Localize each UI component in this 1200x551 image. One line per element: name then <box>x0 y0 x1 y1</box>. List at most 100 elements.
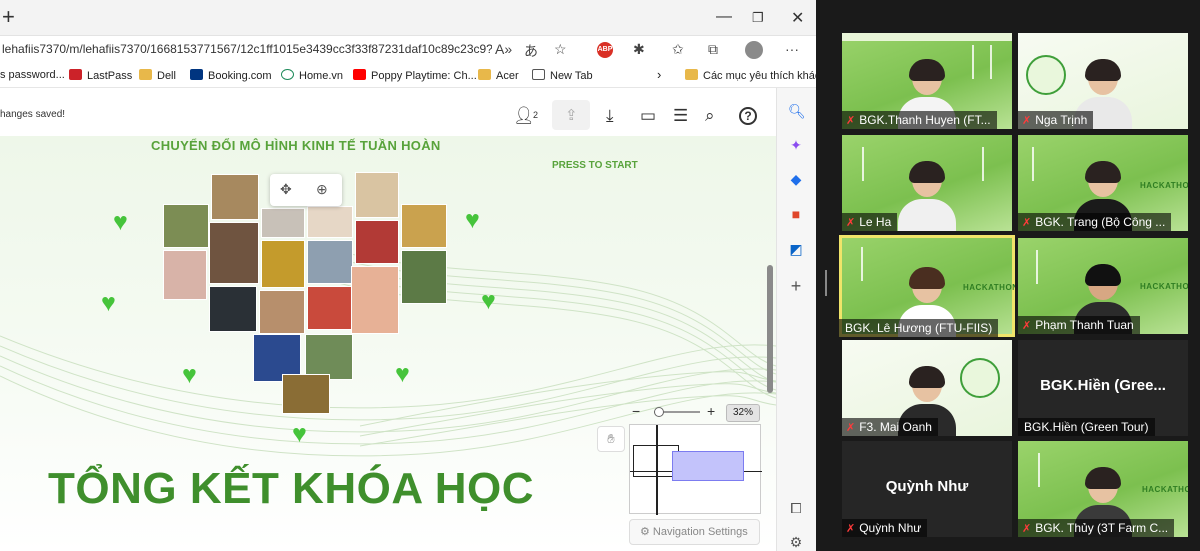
bookmark-item[interactable]: Poppy Playtime: Ch... <box>353 69 477 82</box>
heart-icon: ♥ <box>465 206 480 234</box>
zoom-slider-handle[interactable] <box>654 407 664 417</box>
participant-tile[interactable]: BGK.Hiền (Gree... BGK.Hiền (Green Tour) <box>1018 340 1188 436</box>
more-menu-icon[interactable]: ··· <box>785 41 799 57</box>
wind-turbine <box>1036 250 1038 284</box>
participant-video <box>898 161 956 231</box>
navigation-minimap[interactable] <box>629 424 762 515</box>
hackathon-text: HACKATHON <box>1140 282 1188 291</box>
search-slides-icon[interactable]: ⌕ <box>705 107 715 125</box>
profile-avatar[interactable] <box>745 41 763 59</box>
tab-bar: + — ❐ ✕ <box>0 0 816 36</box>
office-icon[interactable]: ■ <box>788 206 804 222</box>
shopping-tag-icon[interactable]: ◆ <box>788 171 804 187</box>
add-sidebar-icon[interactable]: + <box>788 277 804 295</box>
save-status: hanges saved! <box>0 109 66 120</box>
participant-tile[interactable]: ✗ F3. Mai Oanh <box>842 340 1012 436</box>
new-tab-icon[interactable]: + <box>2 6 15 28</box>
folder-icon <box>139 69 152 80</box>
zoom-level[interactable]: 32% <box>726 404 760 422</box>
mic-muted-icon: ✗ <box>846 217 856 229</box>
move-icon[interactable]: ✥ <box>280 181 292 198</box>
bookmark-item[interactable]: Các mục yêu thích khác <box>685 69 816 82</box>
participant-name: ✗ Phạm Thanh Tuan <box>1018 316 1140 334</box>
outlook-icon[interactable]: ◩ <box>788 241 804 257</box>
zoom-out-button[interactable]: − <box>632 404 640 418</box>
mic-muted-icon: ✗ <box>846 422 856 434</box>
participant-tile[interactable]: ✗ Le Ha <box>842 135 1012 231</box>
participant-tile[interactable]: HACKATHON ✗BGK. Trang (Bộ Công ... <box>1018 135 1188 231</box>
participant-tile[interactable]: ✗ Nga Trịnh <box>1018 33 1188 129</box>
logo-globe <box>960 358 1000 398</box>
participant-center-name: BGK.Hiền (Gree... <box>1040 377 1166 394</box>
navigation-settings-button[interactable]: ⚙ Navigation Settings <box>629 519 760 545</box>
bookmark-item[interactable]: Acer <box>478 69 519 82</box>
settings-icon[interactable]: ⚙ <box>788 534 804 550</box>
bookmark-item[interactable]: LastPass <box>69 69 132 82</box>
help-icon[interactable]: ? <box>739 107 757 125</box>
collage-photo <box>163 250 207 300</box>
participant-name: BGK. Lê Hương (FTU-FIIS) <box>839 319 999 337</box>
heart-icon: ♥ <box>292 420 307 448</box>
hackathon-text: HACKATHON <box>963 283 1015 292</box>
collage-photo <box>211 174 259 220</box>
participant-tile[interactable]: HACKATHON ✗Phạm Thanh Tuan <box>1018 238 1188 334</box>
heart-icon: ♥ <box>182 361 197 389</box>
hand-tool-icon[interactable]: ✋︎ <box>597 426 625 452</box>
press-to-start-label: PRESS TO START <box>552 160 638 171</box>
bookmarks-bar: s password... LastPass Dell Booking.com … <box>0 64 816 88</box>
wind-turbine <box>861 247 863 281</box>
logo-globe <box>1026 55 1066 95</box>
read-aloud-icon[interactable]: A» <box>495 41 512 57</box>
translate-icon[interactable]: あ <box>524 41 538 61</box>
bookmarks-overflow-icon[interactable]: › <box>657 67 661 82</box>
close-icon[interactable]: ✕ <box>791 8 804 28</box>
sidebar-toggle-icon[interactable]: ⧠ <box>788 500 804 516</box>
collage-photo <box>163 204 209 248</box>
minimap-viewport[interactable] <box>672 451 744 481</box>
copilot-icon[interactable]: ✦ <box>788 137 804 153</box>
download-icon[interactable]: ⤓ <box>606 107 614 125</box>
bookmark-item[interactable]: Booking.com <box>190 69 272 82</box>
booking-icon <box>190 69 203 80</box>
search-icon[interactable]: 🔍︎ <box>788 103 806 119</box>
outline-icon[interactable]: ☰ <box>673 107 688 125</box>
participant-name: ✗ Quỳnh Như <box>842 519 928 537</box>
participant-tile[interactable]: Quỳnh Như ✗ Quỳnh Như <box>842 441 1012 537</box>
bookmark-item[interactable]: Home.vn <box>281 69 343 82</box>
maximize-icon[interactable]: ❐ <box>752 10 764 26</box>
zoom-in-button[interactable]: + <box>707 404 715 418</box>
canvas-scrollbar[interactable] <box>767 265 773 393</box>
favorites-icon[interactable]: ✩ <box>672 41 684 58</box>
participant-center-name: Quỳnh Như <box>885 478 969 495</box>
bookmark-item[interactable]: New Tab <box>532 69 593 82</box>
participant-name: ✗ BGK. Trang (Bộ Công ... <box>1018 213 1172 231</box>
mic-muted-icon: ✗ <box>1022 115 1032 127</box>
slide-title: CHUYỂN ĐỔI MÔ HÌNH KINH TẾ TUẦN HOÀN <box>151 138 441 153</box>
wind-turbine <box>1032 147 1034 181</box>
collage-photo <box>355 172 399 218</box>
bookmark-item[interactable]: Dell <box>139 69 176 82</box>
participant-tile-active[interactable]: HACKATHON BGK. Lê Hương (FTU-FIIS) <box>839 235 1015 337</box>
favorite-add-icon[interactable]: ☆ <box>554 41 567 58</box>
participant-name: ✗ BGK. Thủy (3T Farm C... <box>1018 519 1175 537</box>
extensions-icon[interactable]: ✱ <box>633 41 645 58</box>
url-text[interactable]: lehafiis7370/m/lehafiis7370/166815377156… <box>2 42 492 56</box>
zoom-in-icon[interactable]: ⊕ <box>316 181 328 198</box>
users-icon[interactable]: 👤︎ <box>513 107 535 125</box>
minimize-icon[interactable]: — <box>716 8 732 26</box>
heart-icon: ♥ <box>101 289 116 317</box>
heart-icon: ♥ <box>113 208 128 236</box>
address-bar[interactable]: lehafiis7370/m/lehafiis7370/166815377156… <box>0 36 816 64</box>
bookmark-item[interactable]: s password... <box>0 69 65 81</box>
comment-icon[interactable]: ▭ <box>640 107 656 125</box>
participant-tile[interactable]: HACKATHON ✗BGK. Thủy (3T Farm C... <box>1018 441 1188 537</box>
mic-muted-icon: ✗ <box>1022 523 1032 535</box>
participant-name: ✗ Nga Trịnh <box>1018 111 1094 129</box>
panel-resize-handle[interactable] <box>821 270 823 296</box>
collections-icon[interactable]: ⧉ <box>708 41 718 58</box>
adblock-icon[interactable]: ABP <box>597 42 613 58</box>
participant-tile[interactable]: ✗ BGK.Thanh Huyen (FT... <box>842 33 1012 129</box>
collage-photo <box>307 286 353 330</box>
edge-sidebar <box>776 88 816 551</box>
collage-photo <box>401 204 447 248</box>
